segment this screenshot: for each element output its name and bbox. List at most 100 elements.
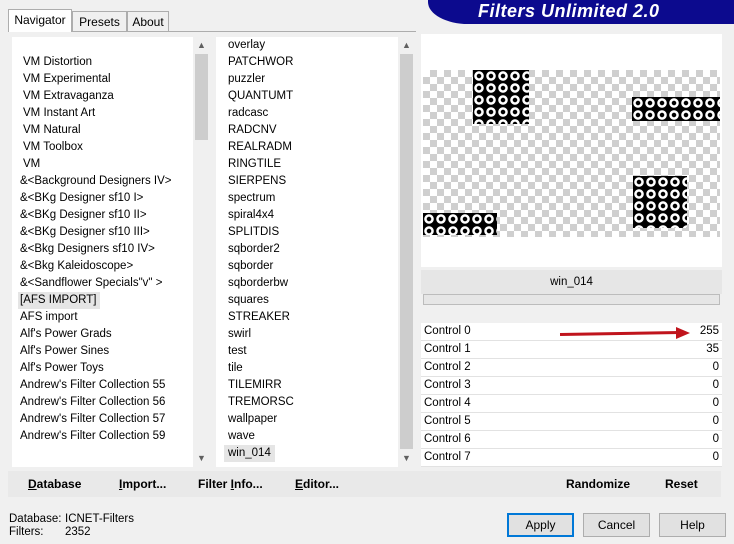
list-item[interactable]: spiral4x4 [216,207,278,224]
control-label: Control 2 [424,361,471,373]
list-item[interactable]: &<Bkg Kaleidoscope> [12,258,137,275]
list-item[interactable]: SIERPENS [216,173,290,190]
filter-name-label: win_014 [421,270,722,294]
list-item[interactable]: spectrum [216,190,279,207]
list-item[interactable]: VM Instant Art [12,105,99,122]
list-item[interactable]: &<BKg Designer sf10 III> [12,224,154,241]
list-item[interactable]: QUANTUMT [216,88,297,105]
list-item[interactable]: Alf's Power Toys [12,360,108,377]
list-item[interactable]: Andrew's Filter Collection 56 [12,394,169,411]
progress-bar [423,294,720,305]
list-item[interactable]: RINGTILE [216,156,285,173]
control-value[interactable]: 255 [700,325,719,337]
control-row[interactable]: Control 7 0 [421,449,722,467]
list-item[interactable]: wallpaper [216,411,281,428]
tab-presets[interactable]: Presets [72,11,127,32]
tab-about[interactable]: About [127,11,169,32]
list-item[interactable]: Alf's Power Sines [12,343,113,360]
list-item[interactable]: sqborderbw [216,275,292,292]
list-item[interactable]: Andrew's Filter Collection 57 [12,411,169,428]
annotation-arrow-head-icon [676,327,690,339]
list-item[interactable]: REALRADM [216,139,296,156]
list-item[interactable]: STREAKER [216,309,294,326]
scroll-up-icon[interactable]: ▲ [193,37,210,54]
filter-list[interactable]: overlay PATCHWOR puzzler QUANTUMT radcasc RAD… [216,37,398,467]
list-item[interactable]: tile [216,360,247,377]
control-label: Control 3 [424,379,471,391]
scroll-thumb[interactable] [400,54,413,449]
list-item[interactable]: Andrew's Filter Collection 59 [12,428,169,445]
database-button[interactable]: Database [28,477,81,491]
filter-scrollbar[interactable]: ▲ ▼ [398,37,415,467]
reset-button[interactable]: Reset [665,477,698,491]
category-list[interactable]: VM Distortion VM Experimental VM Extravaga… [12,37,193,467]
list-item[interactable]: squares [216,292,273,309]
control-row[interactable]: Control 3 0 [421,377,722,395]
control-label: Control 1 [424,343,471,355]
category-scrollbar[interactable]: ▲ ▼ [193,37,210,467]
list-item[interactable]: VM Natural [12,122,85,139]
preview-image[interactable] [423,70,720,237]
list-item[interactable]: VM [12,156,44,173]
scroll-down-icon[interactable]: ▼ [398,450,415,467]
tab-navigator[interactable]: Navigator [8,9,72,32]
list-item[interactable]: sqborder2 [216,241,284,258]
list-item[interactable]: &<Bkg Designers sf10 IV> [12,241,159,258]
list-item[interactable]: VM Distortion [12,54,96,71]
list-item[interactable]: &<Sandflower Specials"v" > [12,275,166,292]
control-value[interactable]: 0 [713,451,719,463]
scroll-down-icon[interactable]: ▼ [193,450,210,467]
control-row[interactable]: Control 5 0 [421,413,722,431]
pattern-tile [473,70,529,124]
pattern-tile [633,176,687,228]
import-button[interactable]: Import... [119,477,166,491]
randomize-button[interactable]: Randomize [566,477,630,491]
list-item[interactable]: test [216,343,251,360]
list-item[interactable]: SPLITDIS [216,224,283,241]
list-item[interactable]: puzzler [216,71,269,88]
list-item[interactable]: radcasc [216,105,272,122]
list-item[interactable]: AFS import [12,309,82,326]
list-item[interactable]: VM Extravaganza [12,88,118,105]
list-item[interactable]: sqborder [216,258,277,275]
cancel-button[interactable]: Cancel [583,513,650,537]
control-label: Control 6 [424,433,471,445]
control-row[interactable]: Control 1 35 [421,341,722,359]
list-item[interactable]: Alf's Power Grads [12,326,116,343]
pattern-tile [632,97,720,121]
list-item[interactable]: win_014 [224,445,275,462]
list-item[interactable]: overlay [216,37,269,54]
list-item[interactable]: [AFS IMPORT] [18,292,101,309]
control-row[interactable]: Control 4 0 [421,395,722,413]
list-item[interactable]: Andrew's Filter Collection 55 [12,377,169,394]
scroll-thumb[interactable] [195,54,208,140]
control-value[interactable]: 35 [706,343,719,355]
control-row[interactable]: Control 2 0 [421,359,722,377]
control-value[interactable]: 0 [713,379,719,391]
list-item[interactable]: &<BKg Designer sf10 II> [12,207,151,224]
list-item[interactable]: wave [216,428,259,445]
control-value[interactable]: 0 [713,397,719,409]
control-value[interactable]: 0 [713,415,719,427]
apply-button[interactable]: Apply [507,513,574,537]
control-value[interactable]: 0 [713,361,719,373]
list-item[interactable]: PATCHWOR [216,54,297,71]
list-item[interactable]: &<BKg Designer sf10 I> [12,190,147,207]
list-item[interactable]: VM Toolbox [12,139,87,156]
filter-info-button[interactable]: Filter Info... [198,477,263,491]
help-button[interactable]: Help [659,513,726,537]
list-item[interactable]: &<Background Designers IV> [12,173,176,190]
list-item[interactable]: swirl [216,326,255,343]
banner-title: Filters Unlimited 2.0 [478,1,660,21]
scroll-up-icon[interactable]: ▲ [398,37,415,54]
control-row[interactable]: Control 6 0 [421,431,722,449]
controls-panel[interactable]: Control 0 255 Control 1 35 Control 2 0 Control… [421,323,722,467]
list-item[interactable]: TILEMIRR [216,377,286,394]
editor-button[interactable]: Editor... [295,477,339,491]
list-item[interactable]: VM Experimental [12,71,115,88]
control-label: Control 5 [424,415,471,427]
control-value[interactable]: 0 [713,433,719,445]
list-item[interactable]: RADCNV [216,122,281,139]
filters-count-label: Filters: [9,526,44,538]
list-item[interactable]: TREMORSC [216,394,298,411]
